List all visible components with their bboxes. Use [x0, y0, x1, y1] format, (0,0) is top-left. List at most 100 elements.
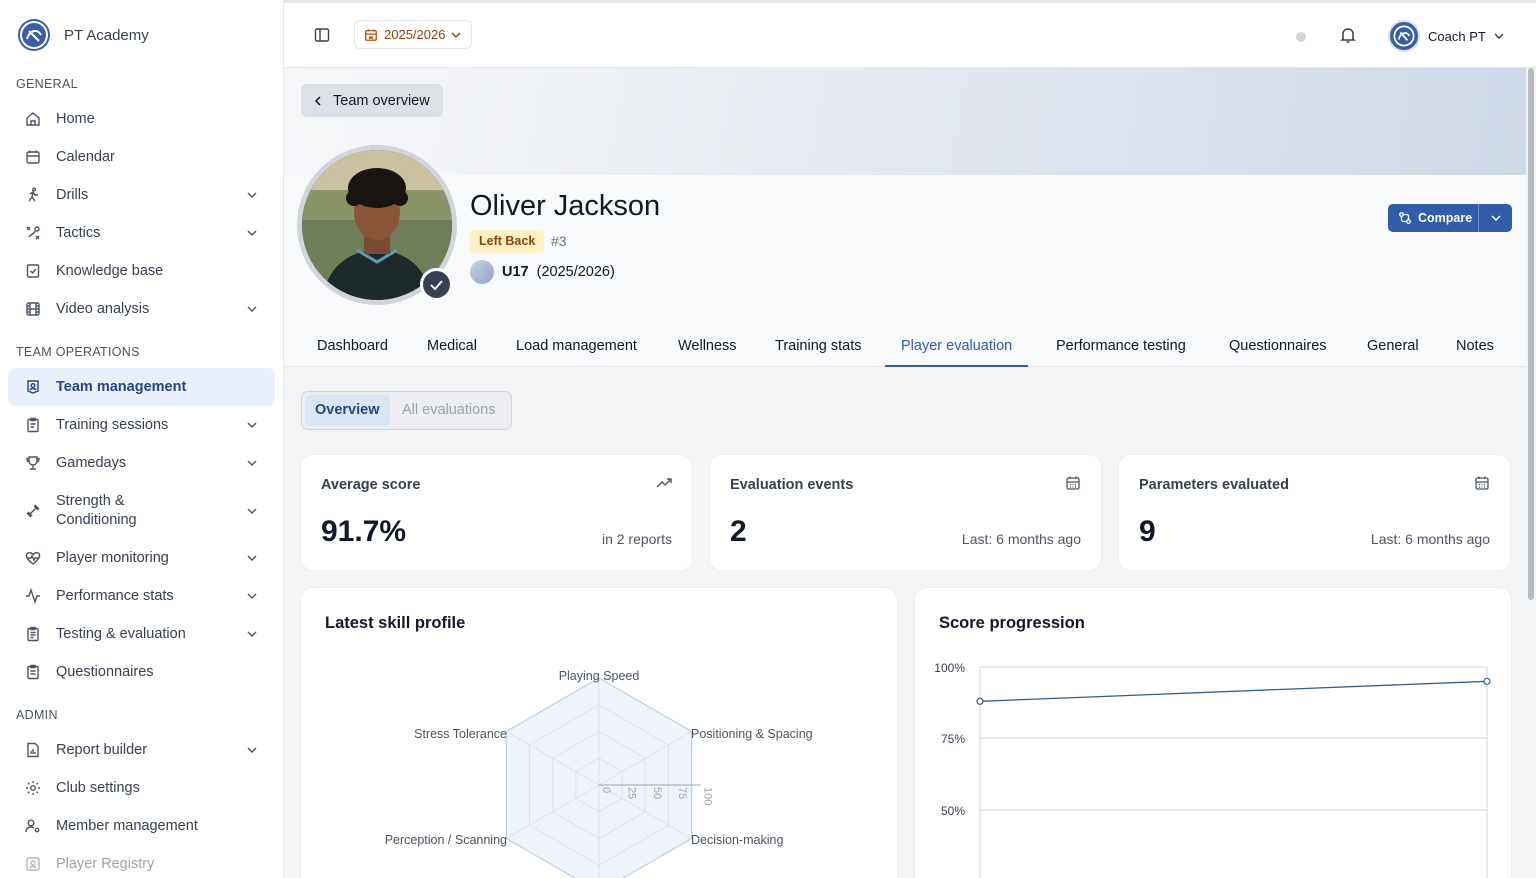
sidebar-item-label: Tactics: [56, 225, 101, 241]
clipboard-check-icon: [25, 664, 41, 680]
sidebar-item-strength-conditioning[interactable]: Strength & Conditioning: [8, 488, 275, 534]
y-tick-label: 50%: [941, 804, 965, 818]
season-selector[interactable]: 2025/2026: [354, 20, 473, 49]
sidebar-item-label: Player monitoring: [56, 550, 169, 566]
bell-icon[interactable]: [1339, 26, 1357, 44]
back-label: Team overview: [333, 92, 430, 109]
sidebar-item-report-builder[interactable]: Report builder: [8, 731, 275, 769]
score-point[interactable]: [976, 697, 984, 705]
compare-label: Compare: [1418, 211, 1473, 225]
chevron-down-icon: [247, 555, 257, 561]
segment-overview[interactable]: Overview: [305, 395, 390, 426]
radar-axis-label: Positioning & Spacing: [691, 727, 813, 741]
sidebar-item-label: Testing & evaluation: [56, 626, 186, 642]
team-info: U17 (2025/2026): [470, 260, 615, 284]
chevron-down-icon: [247, 747, 257, 753]
sidebar-item-knowledge-base[interactable]: Knowledge base: [8, 252, 275, 290]
film-icon: [25, 301, 41, 317]
heart-pulse-icon: [25, 550, 41, 566]
chevron-down-icon: [1494, 33, 1504, 39]
status-indicator: [1296, 32, 1306, 42]
profile-tabs: Dashboard Medical Load management Wellne…: [284, 326, 1528, 367]
sidebar: PT Academy GENERAL Home Calendar Drills …: [0, 0, 284, 878]
chevron-down-icon: [451, 32, 461, 38]
running-icon: [25, 187, 41, 203]
sidebar-item-drills[interactable]: Drills: [8, 176, 275, 214]
chevron-left-icon: [314, 95, 321, 106]
tab-training-stats[interactable]: Training stats: [775, 326, 862, 367]
sidebar-item-label: Training sessions: [56, 417, 169, 433]
section-general: GENERAL: [16, 77, 78, 91]
compare-button[interactable]: Compare: [1388, 204, 1512, 232]
registry-icon: [25, 856, 41, 872]
tab-load-management[interactable]: Load management: [516, 326, 637, 367]
user-name: Coach PT: [1428, 28, 1486, 44]
sidebar-item-performance-stats[interactable]: Performance stats: [8, 577, 275, 615]
radar-axis-label: Playing Speed: [559, 669, 640, 683]
sidebar-item-questionnaires[interactable]: Questionnaires: [8, 653, 275, 691]
back-button[interactable]: Team overview: [301, 84, 443, 117]
sidebar-item-gamedays[interactable]: Gamedays: [8, 444, 275, 482]
main-content: Team overview Oliver Jackson Left Back #…: [284, 68, 1536, 878]
score-point[interactable]: [1483, 677, 1491, 685]
segment-all-evaluations[interactable]: All evaluations: [392, 395, 506, 426]
tab-dashboard[interactable]: Dashboard: [317, 326, 388, 367]
gear-icon: [25, 780, 41, 796]
jersey-number: #3: [551, 233, 567, 249]
tab-notes[interactable]: Notes: [1456, 326, 1494, 367]
sidebar-item-home[interactable]: Home: [8, 100, 275, 138]
sidebar-item-label: Calendar: [56, 149, 115, 165]
score-line-path: [979, 680, 1488, 702]
report-icon: [25, 742, 41, 758]
calendar-icon: [1066, 476, 1080, 490]
avatar: [1388, 20, 1420, 52]
compare-dropdown[interactable]: [1479, 204, 1512, 232]
sidebar-item-label: Strength & Conditioning: [56, 493, 137, 528]
sidebar-item-label: Club settings: [56, 780, 140, 796]
sidebar-item-player-registry[interactable]: Player Registry: [8, 845, 275, 878]
sidebar-item-training-sessions[interactable]: Training sessions: [8, 406, 275, 444]
compare-main-action[interactable]: Compare: [1388, 204, 1479, 232]
sidebar-item-testing-evaluation[interactable]: Testing & evaluation: [8, 615, 275, 653]
sidebar-item-label: Member management: [56, 818, 198, 834]
sidebar-item-label: Gamedays: [56, 455, 127, 471]
user-menu[interactable]: Coach PT: [1388, 20, 1504, 52]
tab-general[interactable]: General: [1367, 326, 1419, 367]
sidebar-item-member-management[interactable]: Member management: [8, 807, 275, 845]
sidebar-item-label: Player Registry: [56, 856, 155, 872]
tab-medical[interactable]: Medical: [427, 326, 477, 367]
clipboard-icon: [25, 417, 41, 433]
club-logo-icon: [18, 19, 50, 51]
chevron-down-icon: [1490, 215, 1501, 222]
sidebar-item-calendar[interactable]: Calendar: [8, 138, 275, 176]
skill-profile-panel: Latest skill profile 0 25 50 75 100 Playing …: [301, 588, 897, 878]
radar-axis-label: Decision-making: [691, 833, 783, 847]
trophy-icon: [25, 455, 41, 471]
y-tick-label: 75%: [941, 732, 965, 746]
sidebar-item-club-settings[interactable]: Club settings: [8, 769, 275, 807]
tab-player-evaluation[interactable]: Player evaluation: [885, 326, 1029, 367]
tab-questionnaires[interactable]: Questionnaires: [1229, 326, 1327, 367]
stat-card-average-score: Average score 91.7% in 2 reports: [301, 455, 692, 570]
radar-series: [505, 677, 693, 878]
view-segmented-control: Overview All evaluations: [301, 391, 512, 430]
score-progression-panel: Score progression 100% 75% 50%: [915, 588, 1511, 878]
brand[interactable]: PT Academy: [18, 19, 149, 51]
sidebar-item-label: Drills: [56, 187, 89, 203]
activity-icon: [25, 588, 41, 604]
sidebar-item-player-monitoring[interactable]: Player monitoring: [8, 539, 275, 577]
sidebar-item-tactics[interactable]: Tactics: [8, 214, 275, 252]
tab-wellness[interactable]: Wellness: [678, 326, 737, 367]
radar-axis-label: Perception / Scanning: [385, 833, 507, 847]
scrollbar[interactable]: [1526, 68, 1536, 878]
team-season: (2025/2026): [536, 264, 615, 280]
sidebar-toggle-icon[interactable]: [314, 27, 330, 43]
sidebar-item-team-management[interactable]: Team management: [8, 368, 275, 406]
stat-sub: Last: 6 months ago: [1370, 531, 1490, 547]
stat-sub: Last: 6 months ago: [961, 531, 1081, 547]
stat-card-parameters-evaluated: Parameters evaluated 9 Last: 6 months ag…: [1119, 455, 1510, 570]
sidebar-item-video-analysis[interactable]: Video analysis: [8, 290, 275, 328]
tab-performance-testing[interactable]: Performance testing: [1056, 326, 1186, 367]
team-name: U17: [502, 264, 529, 280]
scrollbar-thumb[interactable]: [1528, 68, 1534, 600]
